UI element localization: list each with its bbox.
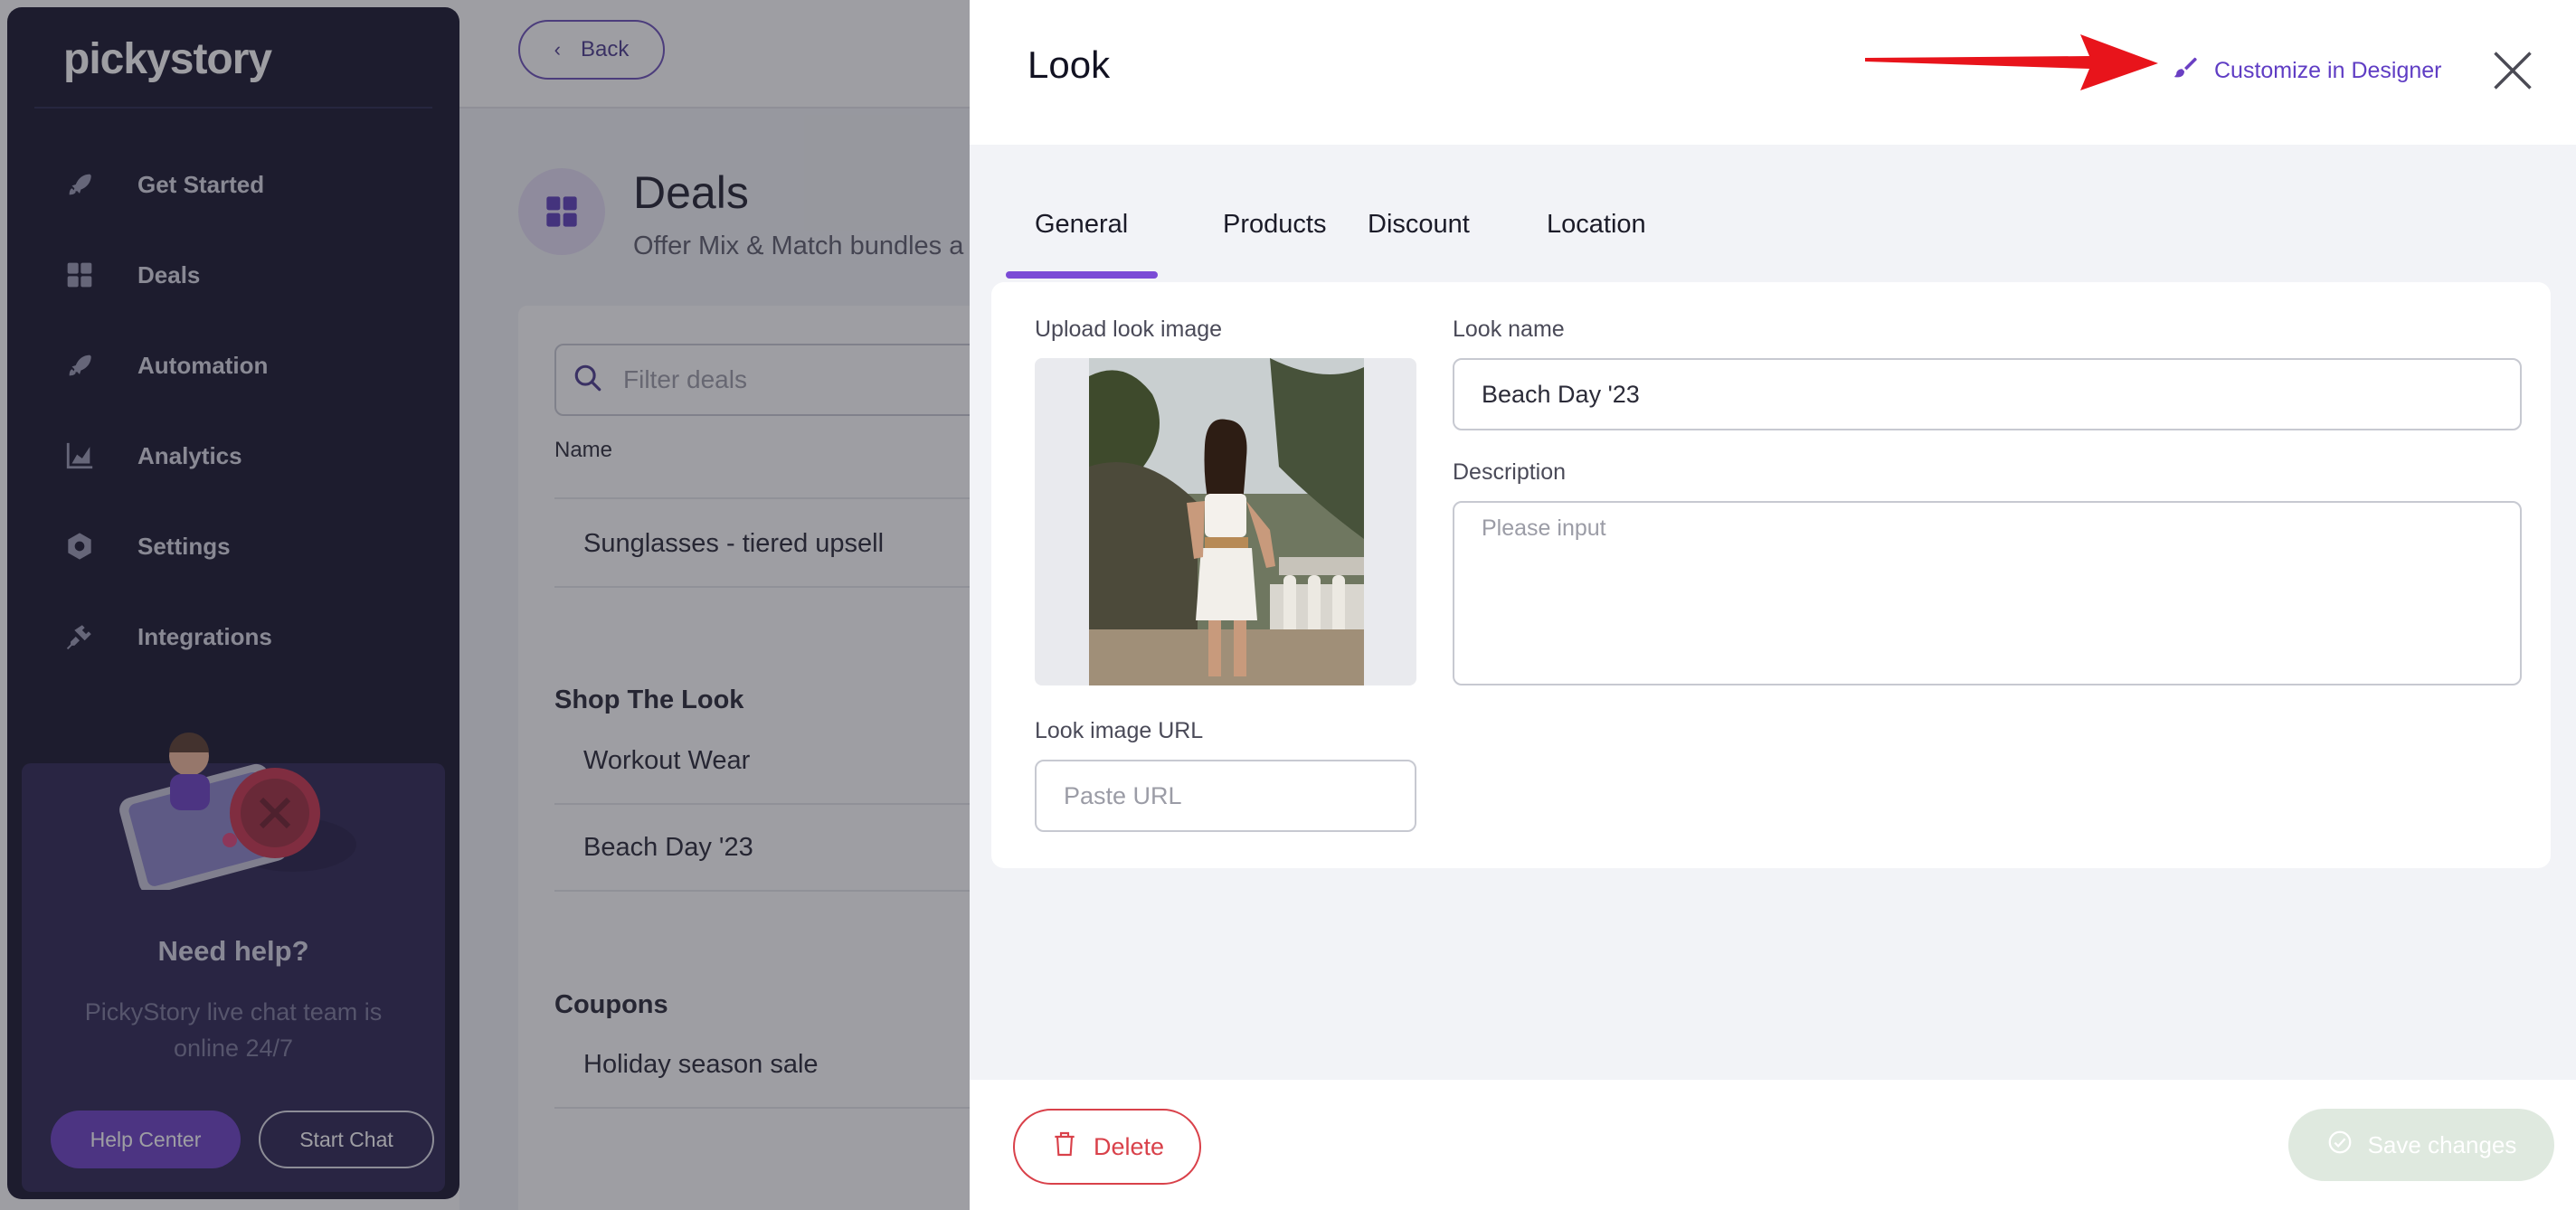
modal-backdrop[interactable] bbox=[0, 0, 970, 1210]
look-drawer: Look Customize in Designer General Produ… bbox=[970, 0, 2576, 1210]
delete-button[interactable]: Delete bbox=[1013, 1109, 1201, 1185]
customize-in-designer-link[interactable]: Customize in Designer bbox=[2171, 54, 2442, 88]
image-url-input[interactable]: Paste URL bbox=[1035, 760, 1416, 832]
look-name-label: Look name bbox=[1453, 317, 1565, 342]
delete-label: Delete bbox=[1093, 1132, 1165, 1160]
close-icon[interactable] bbox=[2489, 47, 2536, 94]
check-circle-icon bbox=[2326, 1129, 2353, 1162]
drawer-title: Look bbox=[1028, 43, 1111, 86]
look-image-uploader[interactable] bbox=[1035, 358, 1416, 685]
look-name-input[interactable]: Beach Day '23 bbox=[1453, 358, 2522, 430]
customize-label: Customize in Designer bbox=[2214, 58, 2442, 83]
tab-general[interactable]: General bbox=[1035, 210, 1128, 240]
tab-location[interactable]: Location bbox=[1547, 210, 1646, 240]
save-changes-button[interactable]: Save changes bbox=[2288, 1109, 2554, 1181]
trash-icon bbox=[1050, 1129, 1079, 1166]
active-tab-indicator bbox=[1006, 271, 1158, 279]
image-url-label: Look image URL bbox=[1035, 718, 1204, 743]
save-label: Save changes bbox=[2367, 1130, 2517, 1158]
look-image-preview bbox=[1089, 358, 1364, 685]
description-textarea[interactable]: Please input bbox=[1453, 501, 2522, 685]
brush-icon bbox=[2171, 54, 2198, 88]
tab-discount[interactable]: Discount bbox=[1368, 210, 1470, 240]
drawer-footer: Delete Save changes bbox=[970, 1080, 2576, 1210]
drawer-header: Look Customize in Designer bbox=[970, 0, 2576, 145]
tab-products[interactable]: Products bbox=[1223, 210, 1326, 240]
description-label: Description bbox=[1453, 459, 1567, 485]
general-form: Upload look image Look image URL Paste U… bbox=[991, 282, 2551, 868]
upload-image-label: Upload look image bbox=[1035, 317, 1223, 342]
red-arrow-annotation bbox=[1865, 34, 2158, 90]
